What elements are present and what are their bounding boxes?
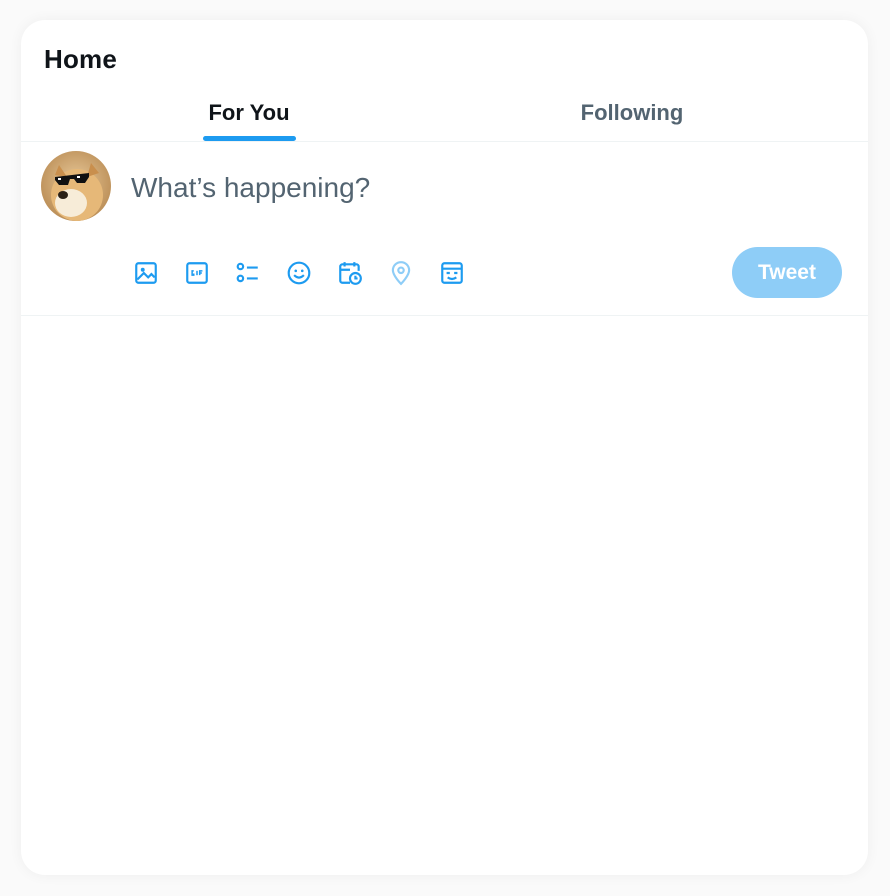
tab-following[interactable]: Following (562, 100, 702, 141)
schedule-icon (339, 262, 362, 285)
doge-sunglasses-avatar-icon (41, 151, 111, 221)
tag-button[interactable] (439, 260, 465, 286)
timeline-tabs: For You Following (21, 100, 868, 141)
tab-label: For You (208, 100, 290, 125)
gif-icon (186, 262, 208, 284)
tab-for-you[interactable]: For You (199, 100, 299, 141)
compose-input[interactable] (131, 168, 731, 208)
poll-button[interactable] (235, 260, 261, 286)
emoji-button[interactable] (286, 260, 312, 286)
location-button[interactable] (388, 260, 414, 286)
location-icon (391, 261, 411, 286)
divider (21, 315, 868, 316)
poll-icon (236, 262, 258, 283)
tag-icon (441, 262, 463, 284)
gif-button[interactable] (184, 260, 210, 286)
divider (21, 141, 868, 142)
tab-label: Following (580, 100, 684, 125)
emoji-icon (287, 261, 311, 285)
schedule-button[interactable] (337, 260, 363, 286)
home-timeline-card: Home For You Following What’s happening?… (21, 20, 868, 875)
tweet-button[interactable]: Tweet (732, 247, 842, 298)
media-button[interactable] (133, 260, 159, 286)
page-title: Home (44, 44, 118, 74)
avatar[interactable] (41, 151, 111, 221)
image-icon (135, 262, 157, 284)
